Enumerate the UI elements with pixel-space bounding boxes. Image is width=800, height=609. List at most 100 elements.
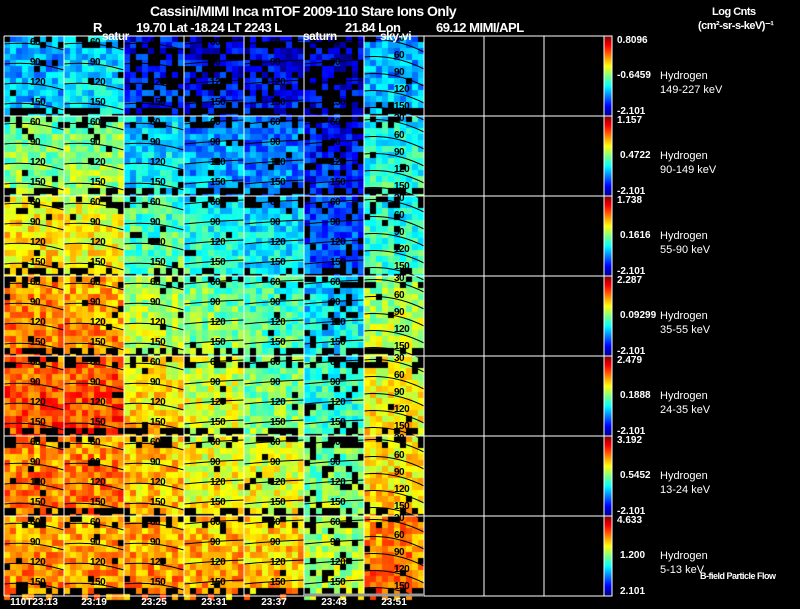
- contour-label: 120: [150, 557, 166, 568]
- contour-label: 60: [90, 117, 101, 128]
- time-label: 23:37: [261, 597, 287, 608]
- colorbar-max-label: 2.479: [617, 355, 643, 366]
- channel-energy-label: 13-24 keV: [660, 484, 711, 496]
- contour-label: 150: [394, 261, 410, 272]
- contour-label: 30: [394, 433, 405, 444]
- colorbar-max-label: 1.738: [617, 195, 643, 206]
- contour-label: 150: [210, 577, 226, 588]
- contour-label: 90: [270, 57, 281, 68]
- contour-label: 60: [330, 277, 341, 288]
- time-label: 23:19: [81, 597, 107, 608]
- contour-label: 150: [30, 257, 46, 268]
- contour-label: 60: [150, 517, 161, 528]
- contour-label: 90: [270, 217, 281, 228]
- contour-label: 120: [210, 477, 226, 488]
- contour-label: 150: [150, 337, 166, 348]
- channel-energy-label: 90-149 keV: [660, 164, 717, 176]
- contour-label: 150: [270, 257, 286, 268]
- contour-label: 90: [394, 67, 405, 78]
- colorbar-units: (cm²-sr-s-keV)⁻¹: [698, 20, 774, 32]
- contour-label: 150: [270, 417, 286, 428]
- contour-label: 120: [210, 397, 226, 408]
- contour-label: 60: [90, 517, 101, 528]
- contour-label: 90: [394, 467, 405, 478]
- contour-label: 150: [30, 497, 46, 508]
- contour-label: 120: [394, 564, 410, 575]
- contour-label: 90: [150, 537, 161, 548]
- contour-label: 90: [394, 227, 405, 238]
- contour-label: 150: [90, 577, 106, 588]
- contour-label: 90: [30, 377, 41, 388]
- contour-label: 90: [210, 537, 221, 548]
- contour-label: 150: [90, 177, 106, 188]
- colorbar-5: [603, 355, 613, 437]
- contour-label: 120: [150, 77, 166, 88]
- contour-label: 90: [210, 377, 221, 388]
- contour-label: 120: [394, 484, 410, 495]
- contour-label: 60: [270, 277, 281, 288]
- contour-label: 120: [90, 557, 106, 568]
- contour-label: 120: [210, 157, 226, 168]
- contour-label: 60: [30, 517, 41, 528]
- contour-label: 150: [30, 337, 46, 348]
- contour-label: 120: [330, 237, 346, 248]
- contour-label: 120: [394, 244, 410, 255]
- contour-label: 90: [90, 57, 101, 68]
- contour-label: 60: [330, 357, 341, 368]
- colorbar-max-label: 3.192: [617, 435, 643, 446]
- contour-label: 90: [150, 457, 161, 468]
- contour-label: 90: [394, 147, 405, 158]
- contour-label: 90: [270, 457, 281, 468]
- contour-label: 150: [30, 177, 46, 188]
- time-label: 23:31: [201, 597, 227, 608]
- contour-label: 120: [270, 77, 286, 88]
- colorbar-2: [603, 115, 613, 197]
- contour-label: 60: [90, 357, 101, 368]
- colorbar-mid-label: 0.5452: [620, 470, 651, 481]
- contour-label: 120: [90, 237, 106, 248]
- contour-label: 150: [30, 417, 46, 428]
- colorbar-mid-label: 0.1888: [620, 390, 651, 401]
- contour-label: 150: [270, 177, 286, 188]
- contour-label: 90: [150, 57, 161, 68]
- contour-label: 90: [210, 457, 221, 468]
- contour-label: 150: [210, 97, 226, 108]
- colorbar-3: [603, 195, 613, 277]
- overlay-saturn: saturn: [303, 29, 337, 43]
- contour-label: 90: [330, 217, 341, 228]
- colorbar-min-label: 2.101: [620, 586, 646, 597]
- time-label: 23:43: [321, 597, 347, 608]
- contour-label: 150: [330, 497, 346, 508]
- channel-energy-label: 55-90 keV: [660, 244, 711, 256]
- contour-label: 60: [150, 357, 161, 368]
- contour-label: 120: [330, 557, 346, 568]
- contour-label: 120: [90, 477, 106, 488]
- colorbar-max-label: 0.8096: [617, 35, 648, 46]
- contour-label: 150: [210, 417, 226, 428]
- colorbar-mid-label: -0.6459: [617, 70, 651, 81]
- contour-label: 150: [270, 497, 286, 508]
- contour-label: 90: [330, 377, 341, 388]
- contour-label: 120: [394, 404, 410, 415]
- inca-spectrogram-figure: 60 90 120 150 60 90 120 150 60 90 120 150 60 90 120 150…: [0, 0, 800, 609]
- contour-label: 120: [210, 317, 226, 328]
- contour-label: 60: [90, 197, 101, 208]
- contour-label: 30: [394, 513, 405, 524]
- colorbar-max-label: 4.633: [617, 515, 643, 526]
- contour-label: 150: [394, 421, 410, 432]
- contour-label: 60: [394, 530, 405, 541]
- time-label: 23:51: [381, 597, 407, 608]
- contour-label: 90: [150, 137, 161, 148]
- contour-label: 120: [30, 157, 46, 168]
- contour-label: 120: [30, 317, 46, 328]
- contour-label: 60: [30, 357, 41, 368]
- contour-label: 120: [30, 77, 46, 88]
- contour-label: 60: [394, 50, 405, 61]
- contour-label: 60: [210, 37, 221, 48]
- contour-label: 30: [394, 353, 405, 364]
- contour-label: 120: [150, 477, 166, 488]
- contour-label: 60: [150, 197, 161, 208]
- colorbar-6: [603, 435, 613, 517]
- contour-label: 90: [30, 457, 41, 468]
- contour-label: 150: [150, 497, 166, 508]
